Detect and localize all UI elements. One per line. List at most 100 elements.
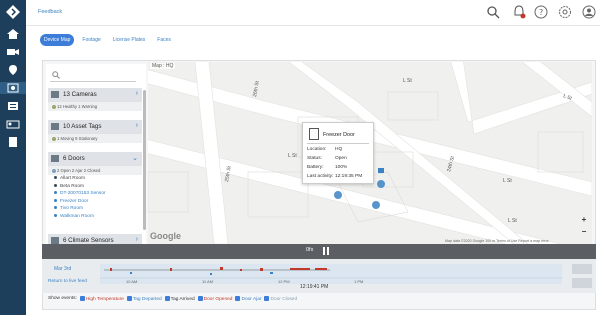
checkbox-icon [235,296,241,301]
access-control-icon[interactable] [6,100,20,112]
notifications-bell-icon[interactable] [512,5,526,19]
device-popup: Freezer Door Location: HQ Status: Open Bat… [302,122,374,184]
home-icon[interactable] [6,28,20,40]
sensors-nav-active[interactable] [0,82,26,94]
tab-device-map[interactable]: Device Map [40,34,75,46]
map-attribution: Map data ©2020 Google 100 m Terms of Use… [445,239,549,243]
group-climate-sensors: 6 Climate Sensors › [48,234,142,244]
status-dot [54,213,57,217]
view-tabs: Device Map Footage License Plates Faces [40,34,175,46]
user-avatar-icon[interactable] [582,5,596,19]
device-list-scrollbar[interactable] [143,90,146,230]
street-label: 26th St [252,80,261,97]
return-to-live-link[interactable]: Return to live feed [48,279,87,284]
popup-row: Battery: 100% [307,165,347,170]
event-filter-door-opened[interactable]: Door Opened [197,296,233,302]
settings-gear-icon[interactable] [558,5,572,19]
timeline-track[interactable]: 10 AM 11 AM 12 PM 1 PM [100,264,562,284]
playback-speed-label[interactable]: 0fx [306,247,313,253]
popup-row: Last activity: 12:19:35 PM [307,174,362,179]
popup-row: Status: Open [307,156,347,161]
group-header-doors[interactable]: 6 Doors ⌄ [48,152,142,166]
zoom-in-button[interactable]: + [580,216,588,224]
google-logo: Google [150,231,181,241]
pause-icon[interactable] [323,247,329,255]
zoom-out-button[interactable]: − [580,228,588,236]
event-filter-high-temperature[interactable]: High Temperature [79,296,124,302]
event-filter-label: Tag Departed [132,296,162,302]
event-filter-door-ajar[interactable]: Door Ajar [235,296,261,302]
event-filter-label: High Temperature [85,296,124,302]
camera-icon[interactable] [6,46,20,58]
timeline-timestamp: 12:19:41 PM [300,284,329,290]
chevron-right-icon: › [135,90,138,97]
list-item-label: DT-20070153 Sensor [60,191,106,196]
group-header-climate-sensors[interactable]: 6 Climate Sensors › [48,234,142,244]
street-label: L St [403,78,412,84]
help-icon[interactable]: ? [534,5,548,19]
status-dot [54,176,57,180]
checkbox-icon [264,296,270,301]
tick-label: 10 AM [126,279,137,284]
chevron-right-icon: › [135,122,138,129]
search-icon[interactable] [486,5,500,19]
event-filter-tag-departed[interactable]: Tag Departed [126,296,162,302]
group-asset-tags: 10 Asset Tags › 1 Moving 9 Stationary [48,120,142,143]
server-icon[interactable] [6,136,20,148]
list-item[interactable]: DT-20070153 Sensor [48,190,142,198]
tab-license-plates[interactable]: License Plates [109,34,150,46]
status-dot [54,206,57,210]
status-dot [54,183,57,187]
tab-faces[interactable]: Faces [153,34,175,46]
tab-footage[interactable]: Footage [78,34,104,46]
list-item[interactable]: Allart Room [48,175,142,183]
list-item[interactable]: Freezer Door [48,198,142,206]
group-status: 1 Moving 9 Stationary [48,134,142,143]
timeline-zoom-out-button[interactable] [572,278,592,288]
group-header-asset-tags[interactable]: 10 Asset Tags › [48,120,142,134]
event-filter-tag-arrived[interactable]: Tag Arrived [164,296,195,302]
group-status-text: 2 Open 2 Ajar 2 Closed [57,168,101,173]
app-logo-icon[interactable] [5,4,21,20]
event-filters: Show events: High Temperature Tag Depart… [48,296,297,302]
badge-icon[interactable] [6,118,20,130]
left-nav-rail [0,0,26,315]
event-filter-label: Tag Arrived [170,296,195,302]
group-title: 13 Cameras [63,91,97,98]
svg-text:?: ? [539,8,543,17]
popup-value: HQ [335,147,343,152]
street-label: L St [288,153,297,159]
group-status: 12 Healthy 1 Warning [48,102,142,111]
popup-value: 100% [335,165,348,170]
checkbox-icon [79,296,85,301]
group-title: 6 Doors [63,155,85,162]
tick-label: 1 PM [354,279,363,284]
group-title: 6 Climate Sensors [63,237,114,244]
timeline-panel: Mar 3rd Return to live feed 10 AM 11 AM … [42,259,596,293]
status-dot [54,198,57,202]
door-icon [51,155,59,162]
playback-bar: 0fx [42,244,596,259]
tick-label: 12 PM [278,279,290,284]
list-item-label: Walkman Room [60,213,94,219]
list-item[interactable]: Beta Room [48,183,142,191]
event-filter-door-closed[interactable]: Door Closed [264,296,297,302]
checkbox-icon [164,296,170,301]
list-item[interactable]: Walkman Room [48,213,142,221]
event-filter-label: Door Opened [203,296,233,302]
location-pin-icon[interactable] [6,64,20,76]
feedback-link[interactable]: Feedback [38,9,62,15]
list-item[interactable]: Tivo Room [48,205,142,213]
device-search-input[interactable] [50,68,136,82]
status-dot [54,191,57,195]
popup-row: Location: HQ [307,147,342,152]
group-header-cameras[interactable]: 13 Cameras › [48,88,142,102]
chevron-down-icon: ⌄ [132,155,138,162]
timeline-events: 10 AM 11 AM 12 PM 1 PM [100,267,562,284]
timeline-date-selector[interactable]: Mar 3rd [54,266,71,272]
popup-key: Battery: [307,165,324,170]
sensors-icon [7,83,19,93]
timeline-zoom-in-button[interactable] [572,264,592,274]
popup-key: Location: [307,147,327,152]
group-status: 2 Open 2 Ajar 2 Closed [48,166,142,175]
